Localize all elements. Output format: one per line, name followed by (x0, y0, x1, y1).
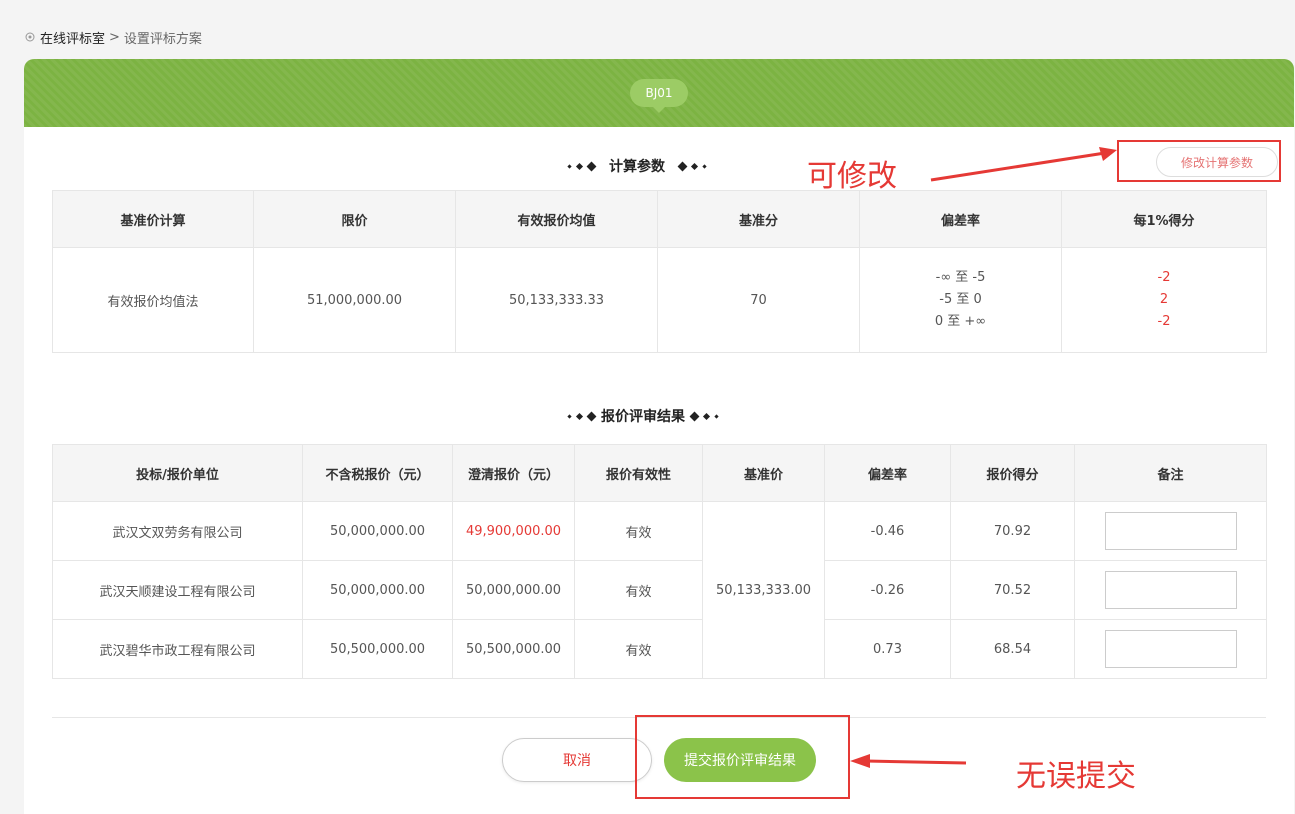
diamond-icon (575, 412, 584, 420)
price: 50,000,000.00 (302, 560, 453, 620)
price: 50,000,000.00 (302, 501, 453, 561)
col-header: 投标/报价单位 (52, 444, 303, 502)
bid-tag: BJ01 (630, 79, 688, 113)
validity: 有效 (574, 560, 703, 620)
breadcrumb-separator: > (109, 30, 120, 45)
table-row: 武汉碧华市政工程有限公司 50,500,000.00 50,500,000.00… (52, 619, 1267, 679)
table-header-row: 投标/报价单位 不含税报价（元） 澄清报价（元） 报价有效性 基准价 偏差率 报… (52, 444, 1267, 502)
breadcrumb-home[interactable]: 在线评标室 (40, 28, 105, 47)
score-per-percent: -2 2 -2 (1061, 247, 1267, 353)
table-row: 武汉文双劳务有限公司 50,000,000.00 49,900,000.00 有… (52, 501, 1267, 679)
col-header: 基准价 (702, 444, 825, 502)
highlight-box-edit (1117, 140, 1281, 182)
validity: 有效 (574, 619, 703, 679)
remark-input[interactable] (1104, 630, 1237, 668)
col-header: 报价得分 (950, 444, 1075, 502)
table-row: 武汉天顺建设工程有限公司 50,000,000.00 50,000,000.00… (52, 560, 1267, 620)
remark-input[interactable] (1104, 571, 1237, 609)
limit-price: 51,000,000.00 (253, 247, 456, 353)
range-item: 0 至 +∞ (934, 314, 987, 329)
col-header: 偏差率 (859, 190, 1062, 248)
col-header: 报价有效性 (574, 444, 703, 502)
arrow-icon (850, 754, 967, 768)
col-header: 澄清报价（元） (452, 444, 575, 502)
col-header: 备注 (1074, 444, 1267, 502)
range-item: -∞ 至 -5 (935, 270, 986, 285)
result-section-title: 报价评审结果 (567, 406, 719, 426)
calc-method: 有效报价均值法 (52, 247, 254, 353)
cancel-button[interactable]: 取消 (502, 738, 652, 782)
clarified-price: 50,500,000.00 (452, 619, 575, 679)
col-header: 基准价计算 (52, 190, 254, 248)
annotation-modify: 可修改 (807, 159, 897, 194)
col-header: 不含税报价（元） (302, 444, 453, 502)
deviation: -0.26 (824, 560, 951, 620)
score-item: 2 (1159, 292, 1169, 307)
diamond-icon (702, 163, 707, 169)
diamond-icon (689, 411, 700, 421)
company-name: 武汉文双劳务有限公司 (52, 501, 303, 561)
diamond-icon (586, 161, 597, 171)
breadcrumb: 在线评标室 > 设置评标方案 (24, 28, 202, 47)
arrow-icon (930, 147, 1117, 182)
deviation: -0.46 (824, 501, 951, 561)
calc-params-table: 基准价计算 限价 有效报价均值 基准分 偏差率 每1%得分 有效报价均值法 51… (52, 190, 1267, 353)
company-name: 武汉碧华市政工程有限公司 (52, 619, 303, 679)
annotation-submit: 无误提交 (1016, 759, 1136, 794)
result-table: 投标/报价单位 不含税报价（元） 澄清报价（元） 报价有效性 基准价 偏差率 报… (52, 444, 1267, 679)
score-item: -2 (1157, 270, 1171, 285)
score-item: -2 (1157, 314, 1171, 329)
range-item: -5 至 0 (939, 292, 982, 307)
remark-cell (1074, 560, 1267, 620)
table-row: 有效报价均值法 51,000,000.00 50,133,333.33 70 -… (52, 247, 1267, 353)
score: 70.52 (950, 560, 1075, 620)
diamond-icon (702, 412, 711, 420)
avg-price: 50,133,333.33 (455, 247, 658, 353)
remark-cell (1074, 619, 1267, 679)
evaluation-panel: BJ01 计算参数 修改计算参数 可修改 基准价计算 限价 有效报价均值 基准分… (24, 59, 1294, 814)
diamond-icon (677, 161, 688, 171)
col-header: 限价 (253, 190, 456, 248)
clarified-price: 50,000,000.00 (452, 560, 575, 620)
col-header: 有效报价均值 (455, 190, 658, 248)
validity: 有效 (574, 501, 703, 561)
diamond-icon (714, 413, 719, 419)
company-name: 武汉天顺建设工程有限公司 (52, 560, 303, 620)
col-header: 偏差率 (824, 444, 951, 502)
score: 68.54 (950, 619, 1075, 679)
diamond-icon (586, 411, 597, 421)
remark-cell (1074, 501, 1267, 561)
deviation-ranges: -∞ 至 -5 -5 至 0 0 至 +∞ (859, 247, 1062, 353)
calc-title-text: 计算参数 (609, 159, 665, 175)
diamond-icon (567, 163, 572, 169)
breadcrumb-current: 设置评标方案 (123, 32, 202, 47)
table-header-row: 基准价计算 限价 有效报价均值 基准分 偏差率 每1%得分 (52, 190, 1267, 248)
calc-section-title: 计算参数 (567, 156, 707, 176)
location-pin-icon (25, 32, 35, 41)
result-title-text: 报价评审结果 (601, 409, 685, 425)
col-header: 基准分 (657, 190, 860, 248)
col-header: 每1%得分 (1061, 190, 1267, 248)
deviation: 0.73 (824, 619, 951, 679)
clarified-price: 49,900,000.00 (452, 501, 575, 561)
base-score: 70 (657, 247, 860, 353)
diamond-icon (575, 162, 584, 170)
panel-header: BJ01 (24, 59, 1294, 127)
remark-input[interactable] (1104, 512, 1237, 550)
diamond-icon (690, 162, 699, 170)
score: 70.92 (950, 501, 1075, 561)
diamond-icon (567, 413, 572, 419)
price: 50,500,000.00 (302, 619, 453, 679)
base-price: 50,133,333.00 (702, 501, 825, 679)
highlight-box-submit (635, 715, 850, 799)
